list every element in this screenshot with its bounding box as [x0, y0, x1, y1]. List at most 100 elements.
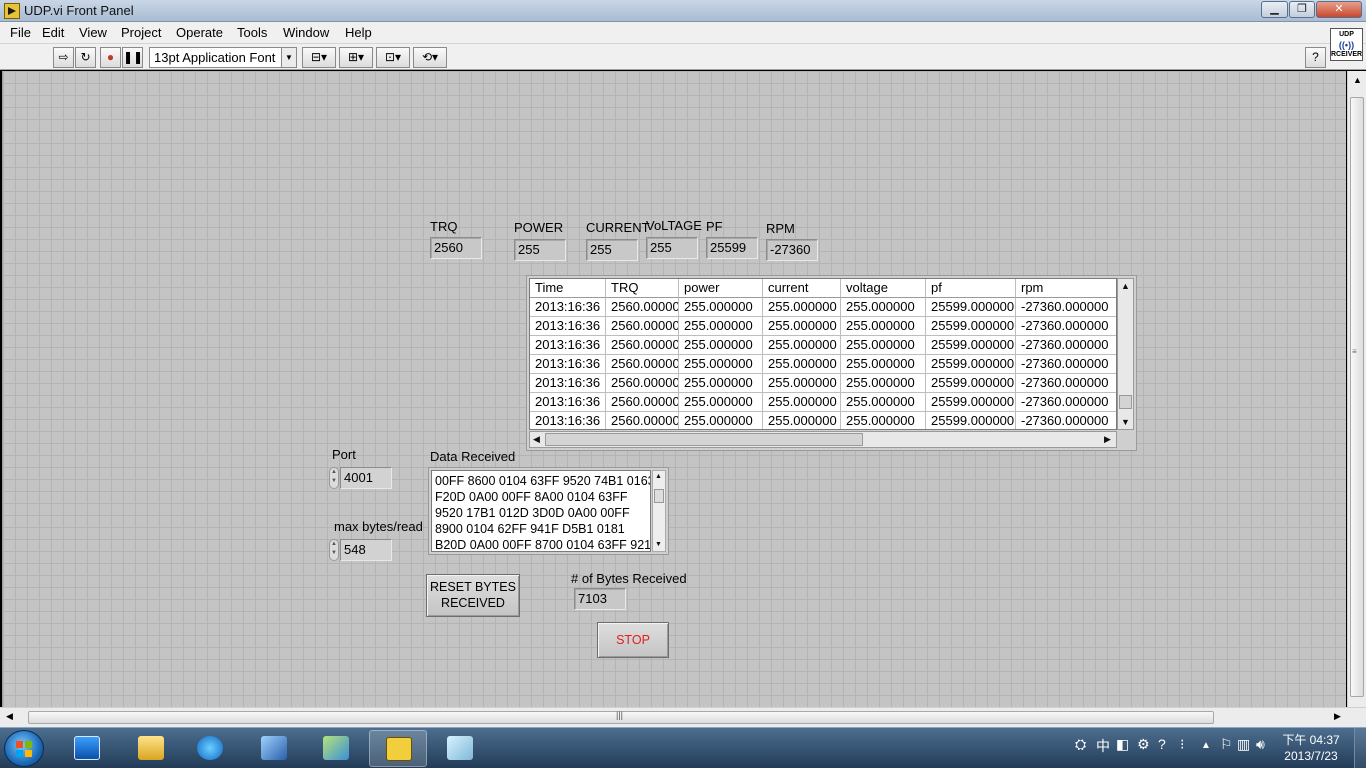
table-cell: 2013:16:36 — [530, 336, 606, 355]
bytes-received-label: # of Bytes Received — [571, 571, 687, 586]
distribute-objects-icon[interactable]: ⊞▾ — [339, 47, 373, 68]
taskbar-internet-explorer[interactable] — [181, 730, 239, 767]
show-desktop-button[interactable] — [1354, 728, 1366, 768]
panel-vscroll-thumb[interactable] — [1350, 97, 1364, 697]
taskbar-app-paint[interactable] — [245, 730, 303, 767]
table-cell: 255.000000 — [679, 412, 763, 429]
volume-icon[interactable]: 🔊︎ — [1256, 736, 1265, 753]
scroll-down-icon[interactable]: ▼ — [1121, 417, 1130, 427]
abort-icon[interactable]: ● — [100, 47, 121, 68]
port-spinner-icon[interactable]: ▲ ▼ — [329, 467, 339, 489]
menu-operate[interactable]: Operate — [176, 25, 223, 40]
font-select[interactable]: 13pt Application Font ▼ — [149, 47, 297, 68]
ime-options-icon[interactable]: ⁝ — [1180, 736, 1184, 753]
table-header-cell: Time — [530, 279, 606, 298]
menu-window[interactable]: Window — [283, 25, 329, 40]
max-bytes-input[interactable]: 548 — [340, 539, 392, 561]
menu-help[interactable]: Help — [345, 25, 372, 40]
pf-indicator: 25599 — [706, 237, 758, 259]
menu-project[interactable]: Project — [121, 25, 161, 40]
scroll-left-icon[interactable]: ◀ — [533, 434, 540, 445]
max-bytes-spinner-icon[interactable]: ▲ ▼ — [329, 539, 339, 561]
table-vscroll-thumb[interactable] — [1119, 395, 1132, 409]
menu-edit[interactable]: Edit — [42, 25, 64, 40]
data-received-label: Data Received — [430, 449, 516, 464]
scroll-up-icon[interactable]: ▲ — [655, 473, 662, 480]
table-row[interactable]: 2013:16:36 2560.00000 255.000000 255.000000… — [530, 336, 1116, 355]
taskbar-media-player[interactable] — [58, 730, 116, 767]
menu-view[interactable]: View — [79, 25, 107, 40]
vi-icon[interactable]: UDP ((•)) RCEIVER — [1330, 28, 1363, 61]
scroll-right-icon[interactable]: ▶ — [1104, 434, 1111, 445]
taskbar-explorer[interactable] — [122, 730, 180, 767]
pause-icon[interactable]: ❚❚ — [122, 47, 143, 68]
reset-bytes-label-line2: RECEIVED — [441, 596, 505, 610]
messenger-icon — [323, 736, 349, 760]
show-hidden-icons-icon[interactable]: ▲ — [1201, 740, 1211, 751]
start-button[interactable] — [4, 730, 44, 767]
minimize-button[interactable]: ▁ — [1261, 1, 1288, 18]
align-objects-icon[interactable]: ⊟▾ — [302, 47, 336, 68]
menu-tools[interactable]: Tools — [237, 25, 267, 40]
panel-horizontal-scrollbar[interactable]: ◀ ||| ▶ — [0, 707, 1366, 727]
network-icon[interactable]: ▥ — [1237, 736, 1250, 753]
run-arrow-icon[interactable]: ⇨ — [53, 47, 74, 68]
taskbar-clock[interactable]: 下午 04:37 2013/7/23 — [1278, 732, 1344, 764]
rpm-label: RPM — [766, 221, 795, 236]
data-received-scrollbar[interactable]: ▲ ▼ — [652, 470, 666, 552]
taskbar-app-messenger[interactable] — [307, 730, 365, 767]
panel-vertical-scrollbar[interactable]: ▲ ≡ — [1347, 71, 1366, 707]
table-row[interactable]: 2013:16:36 2560.00000 255.000000 255.000000… — [530, 393, 1116, 412]
table-cell: 2013:16:36 — [530, 298, 606, 317]
ime-settings-icon[interactable]: ⚙ — [1137, 736, 1150, 753]
taskbar-labview[interactable] — [369, 730, 427, 767]
labview-app-icon — [4, 3, 20, 19]
stop-button[interactable]: STOP — [597, 622, 669, 658]
close-button[interactable]: ✕ — [1316, 1, 1362, 18]
table-row[interactable]: 2013:16:36 2560.00000 255.000000 255.000000… — [530, 412, 1116, 429]
table-header-cell: voltage — [841, 279, 926, 298]
maximize-button[interactable]: ❐ — [1289, 1, 1315, 18]
scroll-down-icon[interactable]: ▼ — [655, 541, 662, 548]
data-received-indicator[interactable]: 00FF 8600 0104 63FF 9520 74B1 0163 F20D … — [428, 467, 669, 555]
ime-mode-indicator[interactable]: 中 — [1096, 736, 1110, 756]
port-input[interactable]: 4001 — [340, 467, 392, 489]
table-horizontal-scrollbar[interactable]: ◀ ▶ — [529, 431, 1117, 448]
table-cell: 255.000000 — [679, 355, 763, 374]
context-help-icon[interactable]: ? — [1305, 47, 1326, 68]
table-row[interactable]: 2013:16:36 2560.00000 255.000000 255.000000… — [530, 374, 1116, 393]
action-center-icon[interactable]: ⚐ — [1220, 736, 1233, 753]
taskbar-app-notes[interactable] — [431, 730, 489, 767]
table-cell: 255.000000 — [841, 355, 926, 374]
table-row[interactable]: 2013:16:36 2560.00000 255.000000 255.000000… — [530, 355, 1116, 374]
reorder-icon[interactable]: ⟲▾ — [413, 47, 447, 68]
resize-objects-icon[interactable]: ⊡▾ — [376, 47, 410, 68]
toolbar: ⇨ ↻ ● ❚❚ 13pt Application Font ▼ ⊟▾ ⊞▾ ⊡… — [0, 44, 1366, 70]
window-title-bar[interactable]: UDP.vi Front Panel ▁ ❐ ✕ — [0, 0, 1366, 22]
run-continuously-icon[interactable]: ↻ — [75, 47, 96, 68]
table-cell: 255.000000 — [841, 298, 926, 317]
table-hscroll-thumb[interactable] — [545, 433, 863, 446]
table-vertical-scrollbar[interactable]: ▲ ▼ — [1117, 278, 1134, 430]
grip-icon: ||| — [616, 710, 624, 720]
ime-help-icon[interactable]: ? — [1158, 736, 1166, 752]
scroll-up-icon[interactable]: ▲ — [1353, 75, 1362, 85]
max-bytes-label: max bytes/read — [334, 519, 423, 534]
table-header-cell: TRQ — [606, 279, 679, 298]
reset-bytes-button[interactable]: RESET BYTES RECEIVED — [426, 574, 520, 617]
table-row[interactable]: 2013:16:36 2560.00000 255.000000 255.000000… — [530, 298, 1116, 317]
ime-toolbar-icon[interactable]: ⛭ — [1075, 736, 1086, 753]
data-table-grid[interactable]: Time TRQ power current voltage pf rpm 20… — [529, 278, 1117, 430]
scroll-left-icon[interactable]: ◀ — [6, 711, 13, 722]
folder-icon — [138, 736, 164, 760]
scroll-up-icon[interactable]: ▲ — [1121, 281, 1130, 291]
data-received-scroll-thumb[interactable] — [654, 489, 664, 503]
table-cell: -27360.000000 — [1016, 393, 1116, 412]
ime-fullwidth-icon[interactable]: ◧ — [1116, 736, 1129, 753]
scroll-right-icon[interactable]: ▶ — [1334, 711, 1341, 722]
data-table[interactable]: Time TRQ power current voltage pf rpm 20… — [526, 275, 1137, 451]
table-cell: 255.000000 — [679, 374, 763, 393]
data-received-line: 9520 17B1 012D 3D0D 0A00 00FF — [435, 506, 630, 520]
menu-file[interactable]: File — [10, 25, 31, 40]
table-row[interactable]: 2013:16:36 2560.00000 255.000000 255.000000… — [530, 317, 1116, 336]
